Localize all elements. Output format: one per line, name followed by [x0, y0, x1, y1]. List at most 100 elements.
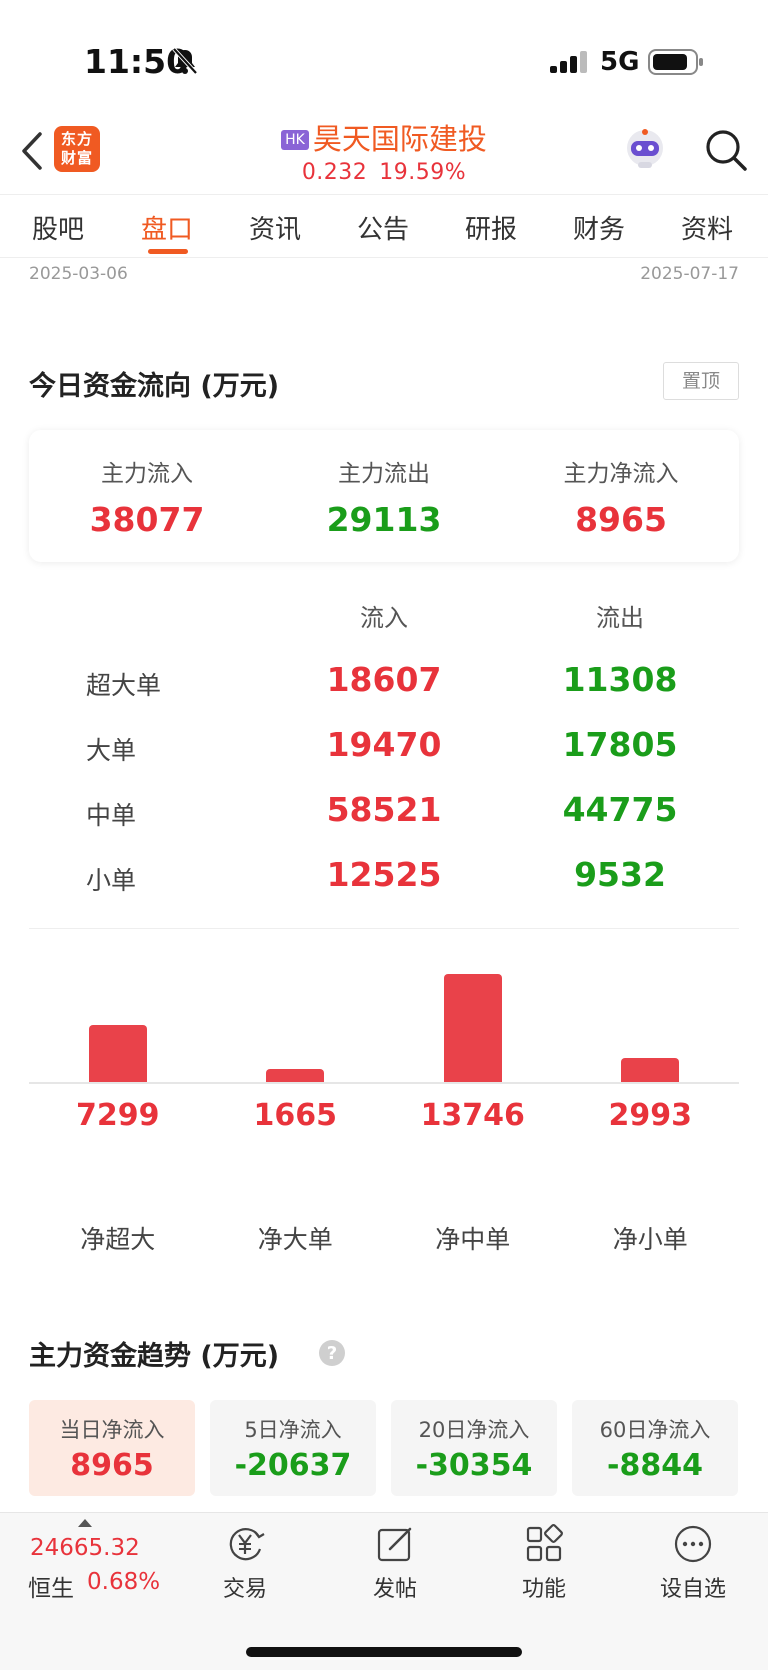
chart-data-label: 1665 — [253, 1098, 338, 1133]
grid-icon — [526, 1524, 563, 1562]
main-outflow: 主力流出 29113 — [266, 454, 502, 539]
more-icon — [674, 1525, 712, 1563]
nav-add-watchlist-label: 设自选 — [659, 1577, 726, 1602]
order-size-label: 中单 — [86, 801, 137, 830]
chart-baseline — [29, 1082, 739, 1084]
trend-card-label: 20日净流入 — [418, 1418, 530, 1442]
order-size-label: 小单 — [86, 866, 137, 895]
stock-name: 昊天国际建投 — [312, 122, 487, 156]
network-type: 5G — [600, 47, 640, 77]
chart-bar — [266, 1068, 325, 1082]
chart-data-label: 13746 — [420, 1098, 525, 1133]
help-icon[interactable]: ? — [318, 1339, 346, 1367]
inflow-value: 19470 — [326, 725, 442, 764]
market-badge: HK — [281, 130, 309, 150]
nav-add-watchlist[interactable]: 设自选 — [633, 1523, 753, 1603]
table-row: 小单 12525 9532 — [0, 851, 768, 911]
outflow-column-header: 流出 — [596, 604, 644, 632]
nav-functions[interactable]: 功能 — [484, 1523, 604, 1603]
fund-flow-title: 今日资金流向 (万元) — [29, 371, 280, 402]
tab-announcements[interactable]: 公告 — [343, 209, 423, 246]
inflow-value: 12525 — [326, 855, 442, 894]
yen-cycle-icon — [229, 1528, 265, 1561]
date-start: 2025-03-06 — [29, 264, 128, 284]
main-flow-summary: 主力流入 38077 主力流出 29113 主力净流入 8965 — [29, 430, 739, 562]
trend-card-value: -8844 — [607, 1448, 703, 1483]
main-inflow-label: 主力流入 — [101, 461, 193, 487]
trend-cards: 当日净流入 8965 5日净流入 -20637 20日净流入 -30354 60… — [29, 1400, 739, 1496]
tab-profile[interactable]: 资料 — [667, 209, 747, 246]
nav-trade[interactable]: 交易 — [185, 1523, 305, 1603]
tab-finance[interactable]: 财务 — [559, 209, 639, 246]
outflow-value: 9532 — [574, 855, 666, 894]
home-indicator — [246, 1647, 522, 1657]
tab-pankou[interactable]: 盘口 — [127, 209, 207, 246]
active-tab-indicator — [148, 249, 188, 254]
chart-category-label: 净超大 — [80, 1225, 156, 1254]
date-end: 2025-07-17 — [640, 264, 739, 284]
net-flow-bar-chart: 7299 净超大 1665 净大单 13746 净中单 2993 净小单 — [29, 940, 739, 1254]
chart-bar — [443, 974, 502, 1082]
stock-price: 0.232 — [301, 160, 368, 185]
trend-card-20d[interactable]: 20日净流入 -30354 — [391, 1400, 557, 1496]
trend-card-60d[interactable]: 60日净流入 -8844 — [572, 1400, 738, 1496]
order-size-label: 大单 — [86, 736, 137, 765]
chart-category-label: 净大单 — [257, 1225, 333, 1254]
index-change: 0.68% — [87, 1569, 161, 1595]
battery-icon — [648, 49, 703, 75]
main-outflow-label: 主力流出 — [338, 461, 430, 487]
trend-card-1d[interactable]: 当日净流入 8965 — [29, 1400, 195, 1496]
chart-bar — [88, 1024, 147, 1082]
trend-card-label: 60日净流入 — [599, 1418, 711, 1442]
trend-card-value: -30354 — [415, 1448, 533, 1483]
search-icon[interactable] — [704, 128, 748, 172]
outflow-value: 17805 — [562, 725, 678, 764]
bell-muted-icon — [172, 47, 198, 75]
main-inflow-value: 38077 — [89, 500, 205, 539]
stock-change-pct: 19.59% — [379, 160, 467, 185]
main-outflow-value: 29113 — [326, 500, 442, 539]
expand-up-icon[interactable] — [78, 1519, 92, 1527]
stock-detail-page: 11:50 5G 东方 财富 HK 昊天国际建投 0.232 19.59% 股吧… — [0, 0, 768, 1670]
nav-trade-label: 交易 — [222, 1577, 267, 1602]
trend-card-label: 5日净流入 — [244, 1418, 342, 1442]
index-name: 恒生 — [28, 1576, 74, 1602]
trend-card-value: 8965 — [70, 1448, 154, 1483]
tab-guba[interactable]: 股吧 — [18, 209, 98, 246]
inflow-column-header: 流入 — [360, 604, 408, 632]
divider — [29, 928, 739, 929]
inflow-value: 58521 — [326, 790, 442, 829]
trend-title: 主力资金趋势 (万元) — [29, 1341, 280, 1372]
main-net-inflow-label: 主力净流入 — [563, 461, 679, 487]
chart-bar — [621, 1058, 680, 1082]
main-inflow: 主力流入 38077 — [29, 454, 265, 539]
main-net-inflow: 主力净流入 8965 — [503, 454, 739, 539]
outflow-value: 44775 — [562, 790, 678, 829]
edit-icon — [377, 1527, 412, 1562]
nav-post[interactable]: 发帖 — [335, 1523, 455, 1603]
stock-header: 东方 财富 HK 昊天国际建投 0.232 19.59% — [0, 110, 768, 194]
chart-category-label: 净小单 — [612, 1225, 688, 1254]
chart-data-label: 7299 — [76, 1098, 160, 1133]
signal-icon — [550, 51, 587, 73]
nav-functions-label: 功能 — [521, 1577, 566, 1602]
inflow-value: 18607 — [326, 660, 442, 699]
nav-post-label: 发帖 — [372, 1577, 417, 1602]
chart-data-label: 2993 — [608, 1098, 693, 1133]
svg-text:?: ? — [327, 1343, 337, 1364]
index-value: 24665.32 — [30, 1535, 140, 1561]
tab-news[interactable]: 资讯 — [235, 209, 315, 246]
order-size-label: 超大单 — [86, 671, 162, 700]
chart-category-label: 净中单 — [435, 1225, 511, 1254]
robot-assistant-icon[interactable] — [622, 126, 668, 172]
status-bar: 11:50 5G — [0, 0, 768, 110]
trend-card-5d[interactable]: 5日净流入 -20637 — [210, 1400, 376, 1496]
tab-bar: 股吧 盘口 资讯 公告 研报 财务 资料 — [0, 194, 768, 258]
outflow-value: 11308 — [562, 660, 678, 699]
tab-research[interactable]: 研报 — [451, 209, 531, 246]
trend-card-label: 当日净流入 — [59, 1418, 165, 1442]
trend-card-value: -20637 — [234, 1448, 352, 1483]
table-row: 超大单 18607 11308 — [0, 656, 768, 716]
table-row: 大单 19470 17805 — [0, 721, 768, 781]
pin-top-button[interactable]: 置顶 — [663, 362, 739, 400]
